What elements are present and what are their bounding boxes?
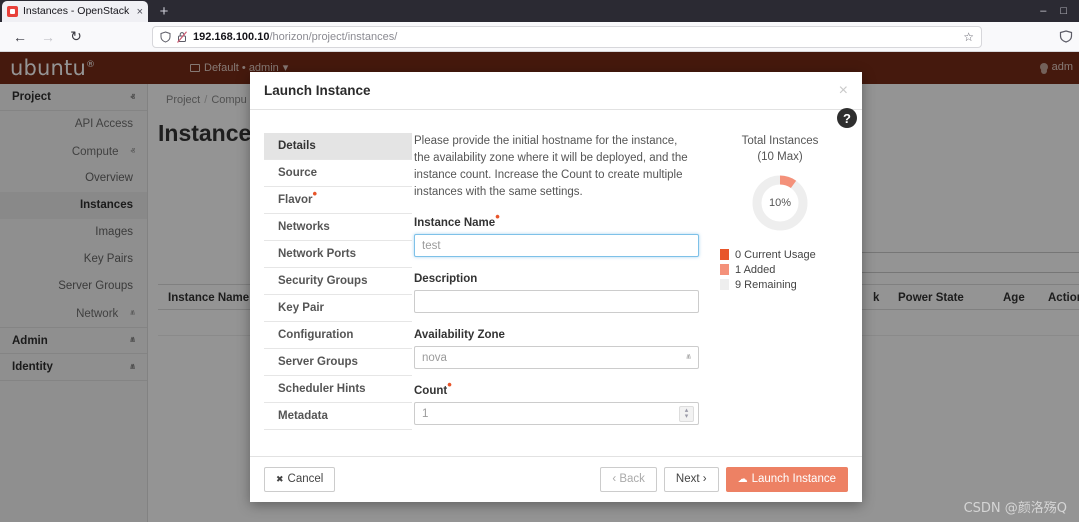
tab-network-ports[interactable]: Network Ports [264,241,412,268]
stepper-down-icon[interactable]: ▾ [685,413,689,420]
launch-submit-label: Launch Instance [751,473,836,485]
quota-percent-label: 10% [768,197,792,209]
tab-networks[interactable]: Networks [264,214,412,241]
maximize-icon[interactable]: □ [1060,5,1067,17]
tab-source[interactable]: Source [264,160,412,187]
description-label: Description [414,273,478,285]
browser-tab[interactable]: Instances - OpenStack Da × [2,1,148,22]
form-intro-text: Please provide the initial hostname for … [414,135,688,198]
count-spinner-buttons[interactable]: ▴ ▾ [679,406,694,422]
back-button[interactable]: ‹ Back [600,467,657,492]
tab-server-groups[interactable]: Server Groups [264,349,412,376]
tab-details[interactable]: Details [264,133,412,160]
forward-icon[interactable]: → [34,24,62,50]
quota-legend: 0 Current Usage 1 Added 9 Remaining [710,247,850,292]
close-icon[interactable]: × [839,82,848,99]
tab-flavor[interactable]: Flavor• [264,187,412,214]
availability-zone-label: Availability Zone [414,329,505,341]
quota-donut-chart: 10% [750,173,810,233]
details-form: Please provide the initial hostname for … [414,133,704,425]
chevron-down-icon: ⱞ [686,352,691,362]
modal-body: Details Source Flavor• Networks Network … [250,111,862,463]
legend-swatch-remaining [720,279,729,290]
tab-close-icon[interactable]: × [137,6,143,17]
next-button[interactable]: Next › [663,467,719,492]
cancel-label: Cancel [287,473,324,485]
count-value: 1 [422,407,429,420]
cancel-button[interactable]: ✖ Cancel [264,467,336,492]
window-controls: – □ [1040,0,1075,22]
tab-key-pair[interactable]: Key Pair [264,295,412,322]
tab-scheduler-hints[interactable]: Scheduler Hints [264,376,412,403]
browser-tabstrip: Instances - OpenStack Da × + – □ [0,0,1079,22]
legend-label-added: 1 Added [735,263,776,276]
instance-name-input[interactable] [414,234,699,257]
modal-footer: ✖ Cancel ‹ Back Next › ☁ Launch Instance [250,456,862,502]
wizard-tabs: Details Source Flavor• Networks Network … [264,133,412,430]
availability-zone-select[interactable]: nova ⱞ [414,346,699,369]
legend-item: 9 Remaining [720,277,850,292]
availability-zone-value: nova [422,351,447,364]
screenshot-root: Instances - OpenStack Da × + – □ ← → ↻ 1… [0,0,1079,522]
insecure-lock-icon [177,31,187,43]
required-marker: • [312,186,318,202]
quota-panel: Total Instances (10 Max) 10% 0 Current U… [710,133,850,292]
minimize-icon[interactable]: – [1040,5,1046,17]
launch-instance-submit-button[interactable]: ☁ Launch Instance [725,467,848,492]
help-icon[interactable]: ? [837,108,857,128]
tab-configuration[interactable]: Configuration [264,322,412,349]
legend-label-remaining: 9 Remaining [735,278,797,291]
modal-title: Launch Instance [264,83,371,98]
extension-shield-icon[interactable] [1059,30,1073,43]
launch-instance-modal: Launch Instance × ? Details Source Flavo… [250,72,862,502]
count-stepper[interactable]: 1 ▴ ▾ [414,402,699,425]
close-x-icon: ✖ [276,474,284,484]
count-label: Count• [414,377,452,397]
legend-label-current-usage: 0 Current Usage [735,248,816,261]
bookmark-star-icon[interactable]: ☆ [963,30,974,44]
tab-security-groups[interactable]: Security Groups [264,268,412,295]
quota-title-line1: Total Instances [741,135,819,147]
cloud-icon: ☁ [737,474,748,485]
tab-title: Instances - OpenStack Da [23,5,132,17]
modal-header: Launch Instance × [250,72,862,110]
url-text: 192.168.100.10/horizon/project/instances… [193,31,398,43]
reload-icon[interactable]: ↻ [62,24,90,50]
description-input[interactable] [414,290,699,313]
address-bar[interactable]: 192.168.100.10/horizon/project/instances… [152,26,982,48]
legend-swatch-current-usage [720,249,729,260]
openstack-favicon [7,6,18,17]
legend-item: 1 Added [720,262,850,277]
instance-name-label: Instance Name• [414,209,500,229]
legend-item: 0 Current Usage [720,247,850,262]
shield-icon [160,31,171,43]
legend-swatch-added [720,264,729,275]
quota-title-line2: (10 Max) [757,151,803,163]
required-marker: • [447,377,452,393]
footer-actions: ‹ Back Next › ☁ Launch Instance [600,467,848,492]
required-marker: • [495,209,500,225]
new-tab-button[interactable]: + [155,3,173,21]
back-icon[interactable]: ← [6,24,34,50]
watermark: CSDN @颜洛殇Q [963,501,1067,516]
tab-metadata[interactable]: Metadata [264,403,412,430]
